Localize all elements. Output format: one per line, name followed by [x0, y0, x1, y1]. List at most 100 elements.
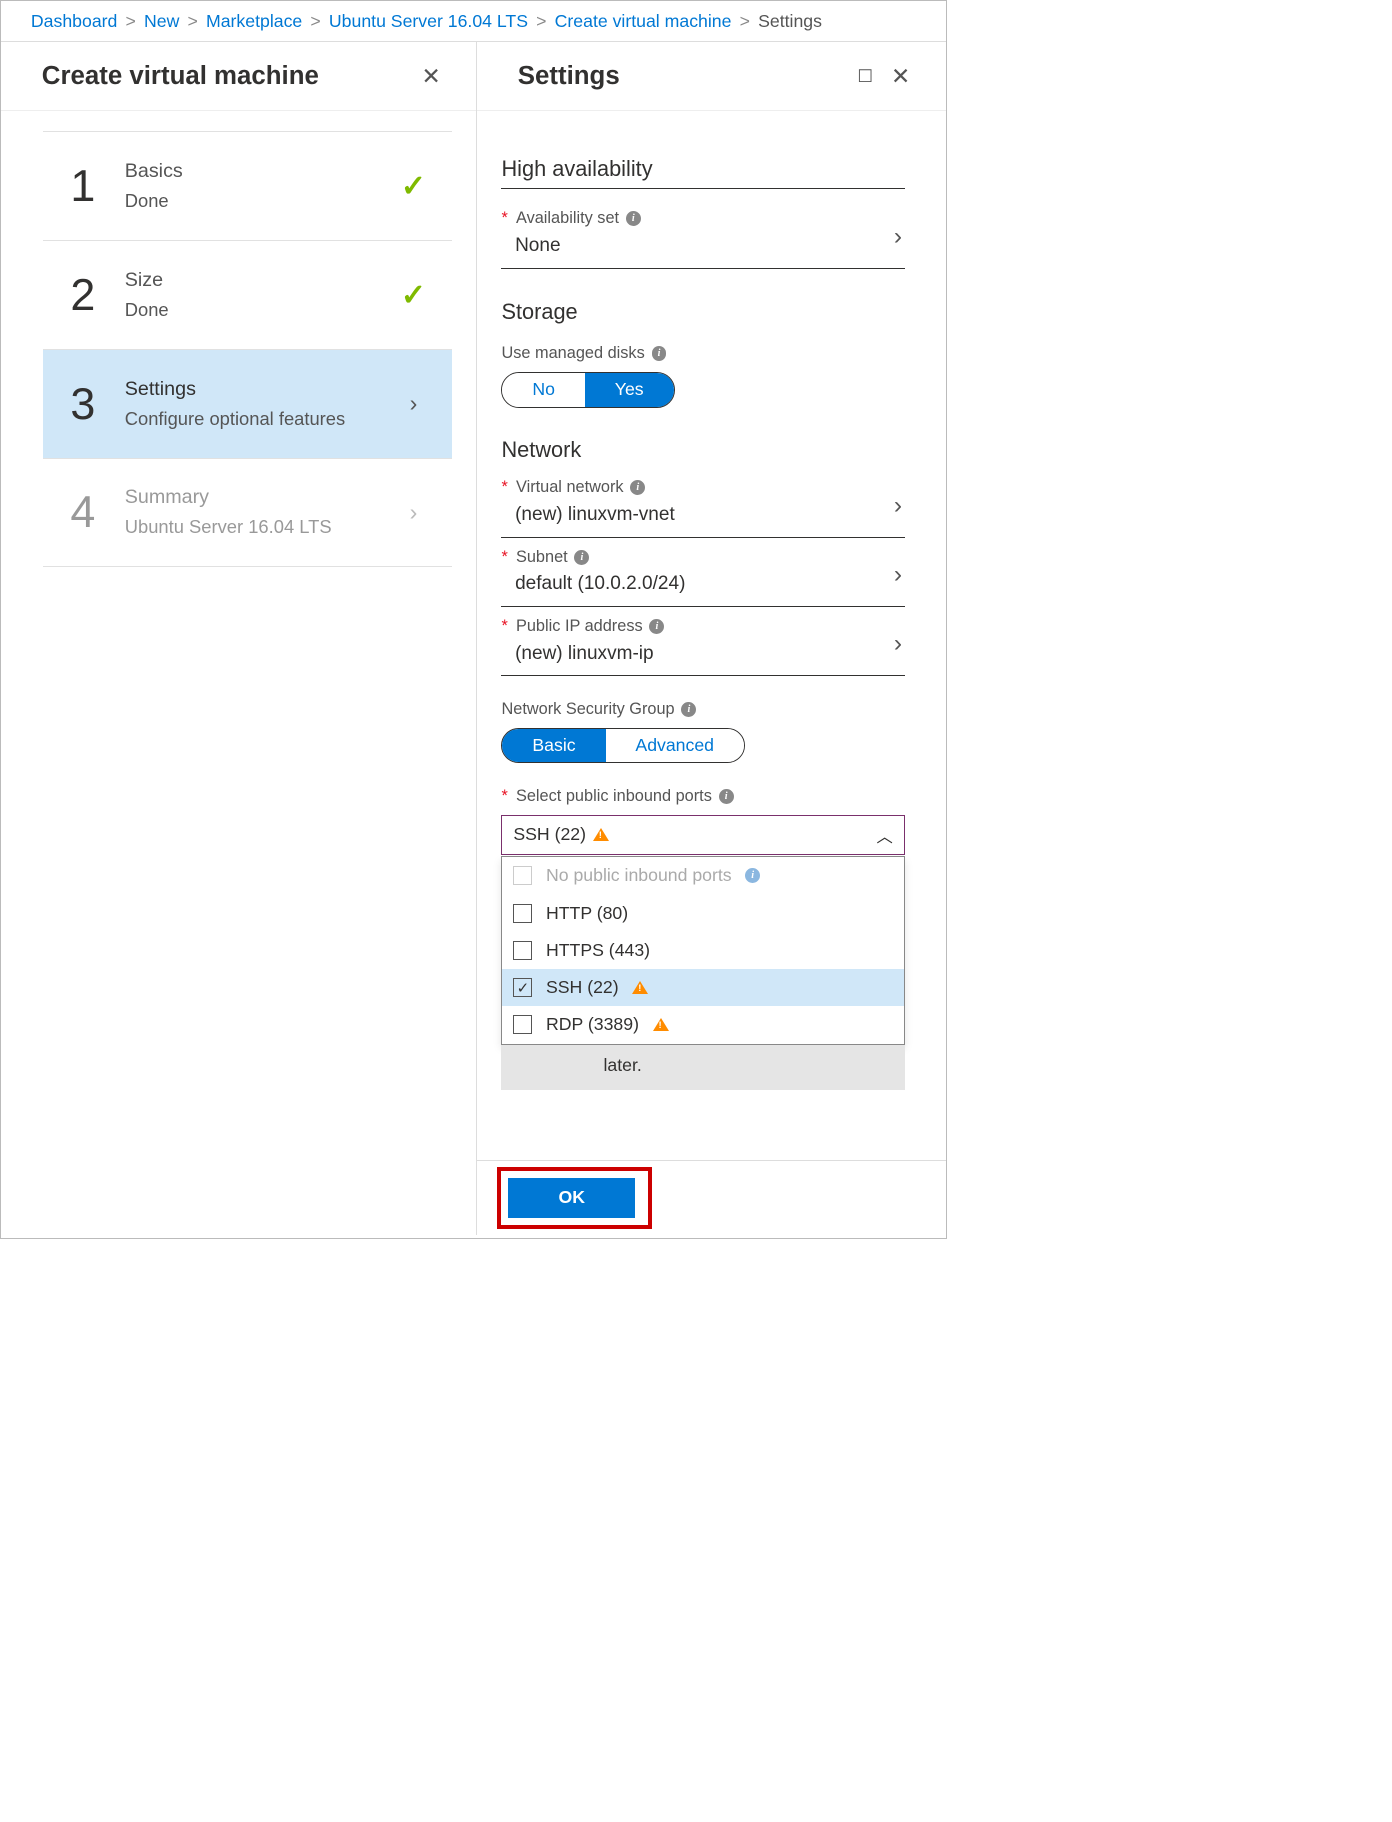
- required-icon: *: [501, 548, 507, 567]
- warning-icon: [653, 1018, 669, 1031]
- port-option-none: No public inbound ports i: [502, 857, 903, 894]
- checkbox-icon[interactable]: [513, 904, 532, 923]
- checkbox-icon: [513, 866, 532, 885]
- step-title: Summary: [125, 486, 393, 509]
- field-virtual-network[interactable]: * Virtual network i (new) linuxvm-vnet ›: [501, 469, 904, 538]
- dropdown-selected-value: SSH (22): [513, 824, 586, 845]
- step-number: 4: [70, 486, 124, 538]
- field-subnet[interactable]: * Subnet i default (10.0.2.0/24) ›: [501, 538, 904, 607]
- field-label-text: Availability set: [516, 209, 619, 228]
- info-icon[interactable]: i: [745, 868, 760, 883]
- managed-disks-label: Use managed disks: [501, 344, 644, 363]
- chevron-right-icon: ›: [894, 561, 902, 589]
- option-label: RDP (3389): [546, 1014, 639, 1035]
- step-title: Size: [125, 269, 393, 292]
- breadcrumb-link[interactable]: Ubuntu Server 16.04 LTS: [329, 11, 528, 32]
- blade-title: Create virtual machine: [42, 62, 414, 91]
- port-option-rdp[interactable]: RDP (3389): [502, 1006, 903, 1043]
- blade-title: Settings: [518, 62, 848, 91]
- option-label: No public inbound ports: [546, 865, 732, 886]
- close-icon[interactable]: ✕: [883, 58, 918, 93]
- checkbox-icon[interactable]: ✓: [513, 978, 532, 997]
- info-icon[interactable]: i: [626, 211, 641, 226]
- settings-footer: OK: [477, 1160, 946, 1235]
- info-icon[interactable]: i: [719, 789, 734, 804]
- toggle-advanced[interactable]: Advanced: [606, 729, 744, 762]
- chevron-right-icon: ›: [894, 222, 902, 250]
- info-icon[interactable]: i: [630, 480, 645, 495]
- section-high-availability: High availability: [501, 156, 904, 188]
- field-label-text: Subnet: [516, 548, 568, 567]
- wizard-step-size[interactable]: 2 Size Done ✓: [43, 240, 451, 349]
- required-icon: *: [501, 617, 507, 636]
- wizard-step-summary: 4 Summary Ubuntu Server 16.04 LTS ›: [43, 458, 451, 567]
- breadcrumb: Dashboard> New> Marketplace> Ubuntu Serv…: [1, 1, 946, 42]
- toggle-basic[interactable]: Basic: [502, 729, 605, 762]
- warning-icon: [593, 828, 609, 841]
- toggle-yes[interactable]: Yes: [585, 373, 674, 406]
- required-icon: *: [501, 209, 507, 228]
- ports-dropdown-menu: No public inbound ports i HTTP (80) HTTP…: [501, 856, 904, 1045]
- info-icon[interactable]: i: [681, 702, 696, 717]
- step-number: 1: [70, 160, 124, 212]
- breadcrumb-link[interactable]: Create virtual machine: [555, 11, 732, 32]
- field-label-text: Virtual network: [516, 478, 624, 497]
- breadcrumb-link[interactable]: Dashboard: [31, 11, 117, 32]
- port-option-https[interactable]: HTTPS (443): [502, 932, 903, 969]
- wizard-step-basics[interactable]: 1 Basics Done ✓: [43, 131, 451, 240]
- nsg-toggle[interactable]: Basic Advanced: [501, 728, 744, 763]
- field-label-text: Public IP address: [516, 617, 643, 636]
- checkbox-icon[interactable]: [513, 1015, 532, 1034]
- field-public-ip[interactable]: * Public IP address i (new) linuxvm-ip ›: [501, 607, 904, 676]
- ports-dropdown[interactable]: SSH (22) ︿: [501, 815, 904, 855]
- port-option-http[interactable]: HTTP (80): [502, 894, 903, 931]
- step-subtitle: Done: [125, 299, 393, 321]
- step-subtitle: Configure optional features: [125, 408, 393, 430]
- ok-button[interactable]: OK: [508, 1178, 635, 1218]
- step-number: 3: [70, 378, 124, 430]
- required-icon: *: [501, 478, 507, 497]
- checkbox-icon[interactable]: [513, 941, 532, 960]
- field-value: (new) linuxvm-ip: [501, 643, 904, 665]
- chevron-right-icon: ›: [894, 630, 902, 658]
- settings-blade: Settings ☐ ✕ High availability * Availab…: [477, 42, 946, 1235]
- step-number: 2: [70, 269, 124, 321]
- create-vm-blade: Create virtual machine ✕ 1 Basics Done ✓…: [1, 42, 477, 1235]
- managed-disks-toggle[interactable]: No Yes: [501, 372, 674, 407]
- info-icon[interactable]: i: [649, 619, 664, 634]
- info-icon[interactable]: i: [652, 346, 667, 361]
- breadcrumb-link[interactable]: Marketplace: [206, 11, 302, 32]
- step-subtitle: Done: [125, 190, 393, 212]
- section-storage: Storage: [501, 299, 904, 330]
- chevron-right-icon: ›: [410, 390, 418, 417]
- info-icon[interactable]: i: [574, 550, 589, 565]
- chevron-right-icon: ›: [894, 492, 902, 520]
- option-label: HTTP (80): [546, 903, 628, 924]
- ports-label: Select public inbound ports: [516, 787, 712, 806]
- step-title: Settings: [125, 378, 393, 401]
- nsg-label: Network Security Group: [501, 700, 674, 719]
- wizard-step-settings[interactable]: 3 Settings Configure optional features ›: [43, 349, 451, 458]
- check-icon: ✓: [401, 169, 426, 204]
- chevron-up-icon: ︿: [877, 823, 893, 847]
- required-icon: *: [501, 787, 507, 806]
- breadcrumb-current: Settings: [758, 11, 822, 32]
- option-label: HTTPS (443): [546, 940, 650, 961]
- check-icon: ✓: [401, 278, 426, 313]
- step-title: Basics: [125, 160, 393, 183]
- option-label: SSH (22): [546, 977, 619, 998]
- note-later: later.: [501, 1045, 904, 1090]
- field-value: None: [501, 235, 904, 257]
- step-subtitle: Ubuntu Server 16.04 LTS: [125, 516, 393, 538]
- warning-icon: [632, 981, 648, 994]
- chevron-right-icon: ›: [410, 499, 418, 526]
- toggle-no[interactable]: No: [502, 373, 584, 406]
- port-option-ssh[interactable]: ✓ SSH (22): [502, 969, 903, 1006]
- restore-icon[interactable]: ☐: [848, 58, 883, 93]
- breadcrumb-link[interactable]: New: [144, 11, 179, 32]
- field-value: (new) linuxvm-vnet: [501, 504, 904, 526]
- field-availability-set[interactable]: * Availability set i None ›: [501, 200, 904, 269]
- ok-button-highlight: OK: [497, 1167, 651, 1229]
- field-value: default (10.0.2.0/24): [501, 573, 904, 595]
- close-icon[interactable]: ✕: [413, 58, 448, 93]
